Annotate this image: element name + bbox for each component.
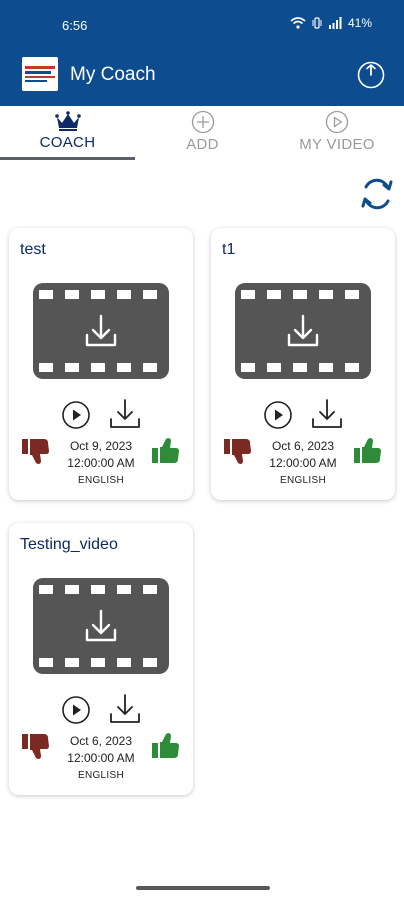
- active-tab-indicator: [0, 157, 135, 160]
- download-icon[interactable]: [107, 692, 143, 726]
- tab-my-video[interactable]: MY VIDEO: [270, 106, 404, 162]
- vibrate-icon: [312, 17, 322, 29]
- status-time: 6:56: [62, 18, 88, 33]
- app-logo: [22, 57, 58, 91]
- status-bar: 6:56 41%: [0, 0, 404, 44]
- power-icon[interactable]: [356, 60, 386, 90]
- thumbs-down-icon[interactable]: [223, 436, 253, 466]
- video-date: Oct 9, 2023: [69, 439, 133, 453]
- thumbs-up-icon[interactable]: [151, 731, 181, 761]
- home-indicator[interactable]: [136, 886, 270, 890]
- tab-add[interactable]: ADD: [135, 106, 270, 162]
- video-date: Oct 6, 2023: [271, 439, 335, 453]
- tab-label: ADD: [186, 136, 219, 153]
- tab-label: COACH: [39, 134, 96, 151]
- video-thumbnail-icon[interactable]: [235, 283, 371, 379]
- video-date: Oct 6, 2023: [69, 734, 133, 748]
- tab-bar: COACH ADD MY VIDEO: [0, 106, 404, 162]
- thumbs-up-icon[interactable]: [353, 436, 383, 466]
- wifi-icon: [290, 17, 306, 29]
- video-time: 12:00:00 AM: [67, 751, 135, 765]
- app-title: My Coach: [70, 64, 156, 85]
- download-icon[interactable]: [309, 397, 345, 431]
- play-circle-icon: [325, 110, 349, 134]
- crown-icon: [54, 111, 81, 131]
- video-language: ENGLISH: [279, 475, 326, 486]
- video-time: 12:00:00 AM: [67, 456, 135, 470]
- video-language: ENGLISH: [77, 770, 124, 781]
- video-thumbnail-icon[interactable]: [33, 578, 169, 674]
- video-title: test: [20, 241, 46, 258]
- video-language: ENGLISH: [77, 475, 124, 486]
- thumbs-down-icon[interactable]: [21, 731, 51, 761]
- play-icon[interactable]: [263, 400, 293, 430]
- video-title: t1: [222, 241, 236, 258]
- video-thumbnail-icon[interactable]: [33, 283, 169, 379]
- play-icon[interactable]: [61, 695, 91, 725]
- video-card[interactable]: Testing_video Oct 6, 2023 12:00:00 AM EN…: [9, 523, 193, 795]
- status-icons: 41%: [290, 16, 372, 30]
- video-card[interactable]: t1 Oct 6, 2023 12:00:00 AM ENGLISH: [211, 228, 395, 500]
- play-icon[interactable]: [61, 400, 91, 430]
- video-time: 12:00:00 AM: [269, 456, 337, 470]
- video-card[interactable]: test Oct 9, 2023 12:00:00 AM ENGLISH: [9, 228, 193, 500]
- video-title: Testing_video: [20, 536, 118, 553]
- signal-icon: [328, 17, 342, 29]
- thumbs-up-icon[interactable]: [151, 436, 181, 466]
- battery-level: 41%: [347, 16, 372, 30]
- thumbs-down-icon[interactable]: [21, 436, 51, 466]
- download-icon[interactable]: [107, 397, 143, 431]
- refresh-icon[interactable]: [358, 176, 396, 212]
- tab-coach[interactable]: COACH: [0, 106, 135, 162]
- app-bar: My Coach: [0, 44, 404, 106]
- plus-circle-icon: [191, 110, 214, 134]
- tab-label: MY VIDEO: [299, 136, 375, 153]
